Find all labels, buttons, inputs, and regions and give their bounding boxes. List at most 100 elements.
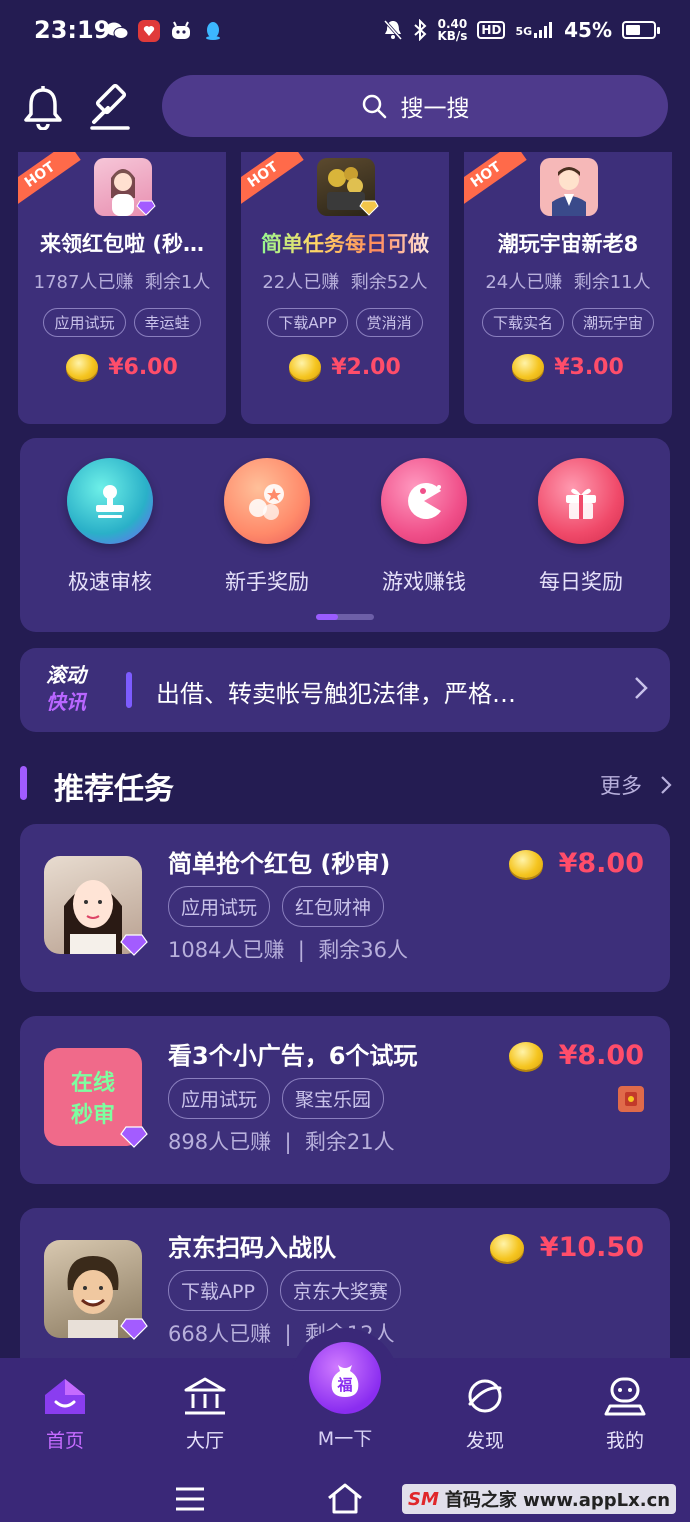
task-price: ¥8.00 bbox=[508, 1040, 644, 1071]
coins-star-icon bbox=[224, 458, 310, 544]
task-card[interactable]: 简单抢个红包 (秒审) 应用试玩 红包财神 1084人已赚 | 剩余36人 ¥8… bbox=[20, 824, 670, 992]
quick-item-label: 每日奖励 bbox=[539, 570, 623, 594]
nav-home[interactable]: 首页 bbox=[20, 1376, 110, 1453]
hot-card-price: ¥3.00 bbox=[464, 354, 672, 380]
page-indicator bbox=[316, 614, 374, 620]
tag: 赏消消 bbox=[355, 308, 423, 337]
divider bbox=[126, 672, 132, 708]
status-bar: 23:19 0.40 KB/s HD 5G 45% bbox=[0, 0, 690, 64]
hot-card-stats: 22人已赚 剩余52人 bbox=[241, 268, 449, 294]
price-value: ¥10.50 bbox=[539, 1232, 644, 1263]
nav-center-button[interactable]: 福 bbox=[309, 1342, 381, 1414]
task-earned: 898人已赚 bbox=[168, 1130, 272, 1154]
task-price: ¥8.00 bbox=[508, 848, 644, 879]
price-value: ¥2.00 bbox=[331, 354, 401, 380]
quick-item-fast-review[interactable]: 极速审核 bbox=[50, 458, 170, 596]
hot-task-row: HOT 来领红包啦 (秒… 1787人已赚 剩余1人 应用试玩 幸运蛙 ¥6.0… bbox=[18, 152, 672, 424]
nav-label: 首页 bbox=[45, 1430, 84, 1452]
hot-card-price: ¥6.00 bbox=[18, 354, 226, 380]
more-label: 更多 bbox=[600, 774, 642, 798]
hot-card[interactable]: HOT 来领红包啦 (秒… 1787人已赚 剩余1人 应用试玩 幸运蛙 ¥6.0… bbox=[18, 152, 226, 424]
price-value: ¥8.00 bbox=[558, 848, 644, 879]
hot-badge: HOT bbox=[241, 152, 304, 209]
lucky-bag-char: 福 bbox=[336, 1376, 352, 1394]
page-indicator-active bbox=[316, 614, 338, 620]
tag: 下载APP bbox=[168, 1270, 268, 1311]
hot-card-title: 潮玩宇宙新老8 bbox=[497, 232, 639, 256]
signal-bars-icon bbox=[534, 22, 553, 38]
diamond-icon bbox=[359, 200, 379, 216]
robot-icon bbox=[170, 20, 192, 42]
search-icon bbox=[362, 94, 386, 119]
battery-icon bbox=[622, 21, 660, 39]
status-notification-icons bbox=[106, 20, 224, 42]
coin-icon bbox=[508, 849, 543, 878]
hot-card-tags: 下载实名 潮玩宇宙 bbox=[464, 308, 672, 337]
hot-badge: HOT bbox=[464, 152, 527, 209]
quick-item-daily-reward[interactable]: 每日奖励 bbox=[521, 458, 641, 596]
hot-card-avatar bbox=[540, 158, 598, 216]
thumbnail-text: 秒审 bbox=[70, 1103, 115, 1128]
nav-mine[interactable]: 我的 bbox=[580, 1376, 670, 1453]
network-speed-unit: KB/s bbox=[437, 29, 468, 43]
tag: 应用试玩 bbox=[168, 886, 271, 927]
user-robot-icon bbox=[604, 1377, 646, 1416]
price-value: ¥8.00 bbox=[558, 1040, 644, 1071]
task-price: ¥10.50 bbox=[489, 1232, 644, 1263]
task-card[interactable]: 在线 秒审 看3个小广告，6个试玩 应用试玩 聚宝乐园 898人已赚 | 剩余2… bbox=[20, 1016, 670, 1184]
nav-hall[interactable]: 大厅 bbox=[160, 1376, 250, 1453]
quick-item-label: 极速审核 bbox=[68, 570, 152, 594]
price-value: ¥3.00 bbox=[554, 354, 624, 380]
wechat-icon bbox=[106, 20, 128, 42]
watermark: SM 首码之家 www.appLx.cn bbox=[402, 1484, 677, 1514]
quick-item-game-earn[interactable]: 游戏赚钱 bbox=[364, 458, 484, 596]
status-system-icons: 0.40 KB/s HD 5G 45% bbox=[383, 18, 660, 43]
quick-item-newbie-reward[interactable]: 新手奖励 bbox=[207, 458, 327, 596]
home-icon bbox=[45, 1379, 85, 1414]
hot-badge: HOT bbox=[18, 152, 81, 209]
mute-bell-icon bbox=[384, 20, 403, 40]
bank-building-icon bbox=[184, 1377, 226, 1415]
coin-icon bbox=[66, 354, 99, 380]
news-logo-line2: 快讯 bbox=[46, 690, 86, 714]
diamond-icon bbox=[120, 934, 148, 956]
search-input[interactable]: 搜一搜 bbox=[162, 75, 668, 137]
hot-card-price: ¥2.00 bbox=[241, 354, 449, 380]
chevron-right-icon bbox=[635, 677, 648, 699]
nav-label: 大厅 bbox=[185, 1430, 224, 1452]
hot-card-remaining: 剩余52人 bbox=[350, 272, 428, 293]
news-logo-line1: 滚动 bbox=[46, 663, 86, 687]
hot-card-title: 简单任务每日可做 bbox=[249, 228, 441, 258]
hot-card-stats: 1787人已赚 剩余1人 bbox=[18, 268, 226, 294]
quick-item-label: 新手奖励 bbox=[225, 570, 309, 594]
tag: 幸运蛙 bbox=[133, 308, 201, 337]
news-ticker[interactable]: 滚动 快讯 出借、转卖帐号触犯法律，严格… bbox=[20, 648, 670, 732]
tag: 应用试玩 bbox=[168, 1078, 271, 1119]
nav-discover[interactable]: 发现 bbox=[440, 1376, 530, 1453]
task-remaining: 剩余21人 bbox=[304, 1130, 395, 1154]
hot-card-title: 来领红包啦 (秒… bbox=[40, 232, 204, 256]
tag: 下载APP bbox=[267, 308, 348, 337]
task-title: 简单抢个红包 (秒审) bbox=[168, 850, 391, 878]
hot-card-tags: 下载APP 赏消消 bbox=[241, 308, 449, 337]
nav-label: 我的 bbox=[605, 1430, 644, 1452]
task-remaining: 剩余36人 bbox=[318, 938, 408, 962]
hot-card[interactable]: HOT 简单任务每日可做 22人已赚 剩余52人 下载APP 赏消消 ¥2.00 bbox=[241, 152, 449, 424]
hot-card-earned: 24人已赚 bbox=[485, 272, 563, 293]
quick-item-label: 游戏赚钱 bbox=[382, 570, 466, 594]
tag: 聚宝乐园 bbox=[282, 1078, 385, 1119]
task-title: 京东扫码入战队 bbox=[168, 1234, 336, 1262]
bell-icon[interactable] bbox=[22, 84, 64, 134]
tag: 红包财神 bbox=[282, 886, 385, 927]
home-system-icon[interactable] bbox=[326, 1482, 364, 1514]
diamond-icon bbox=[136, 200, 156, 216]
hot-card[interactable]: HOT 潮玩宇宙新老8 24人已赚 剩余11人 下载实名 潮玩宇宙 ¥3.00 bbox=[464, 152, 672, 424]
auction-hammer-icon[interactable] bbox=[88, 83, 136, 134]
task-stats: 898人已赚 | 剩余21人 bbox=[168, 1130, 395, 1154]
hot-card-remaining: 剩余1人 bbox=[144, 272, 211, 293]
signal-indicator: 5G bbox=[515, 22, 554, 38]
task-earned: 1084人已赚 bbox=[168, 938, 285, 962]
menu-icon[interactable] bbox=[174, 1486, 206, 1512]
tag: 潮玩宇宙 bbox=[572, 308, 655, 337]
more-link[interactable]: 更多 bbox=[600, 770, 672, 800]
